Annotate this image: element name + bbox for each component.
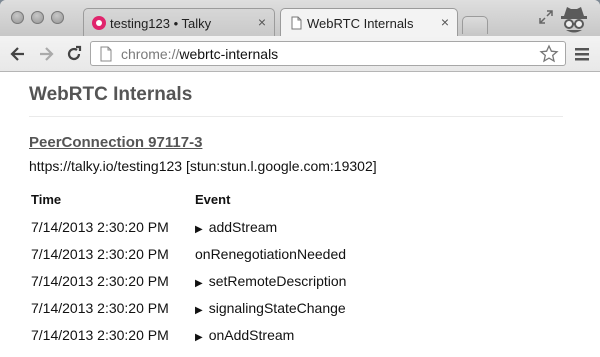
expand-triangle-icon[interactable]: ▶ xyxy=(195,278,203,289)
peer-connection-heading[interactable]: PeerConnection 97117-3 xyxy=(29,134,202,151)
peer-connection-url: https://talky.io/testing123 [stun:stun.l… xyxy=(29,158,377,174)
close-tab-icon[interactable]: × xyxy=(441,14,449,30)
event-time: 7/14/2013 2:30:20 PM xyxy=(31,272,169,289)
forward-arrow-icon[interactable] xyxy=(36,44,56,64)
table-row: 7/14/2013 2:30:20 PM onRenegotiationNeed… xyxy=(29,240,346,267)
expand-triangle-icon[interactable]: ▶ xyxy=(195,332,203,343)
table-header-row: Time Event xyxy=(29,186,346,213)
column-header-time: Time xyxy=(31,192,62,207)
url-scheme: chrome:// xyxy=(121,46,180,62)
fullscreen-icon[interactable] xyxy=(538,9,554,25)
page-title: WebRTC Internals xyxy=(29,84,193,105)
event-name: signalingStateChange xyxy=(208,299,346,316)
reload-icon[interactable] xyxy=(64,44,84,64)
column-header-event: Event xyxy=(195,192,231,207)
event-cell[interactable]: ▶ signalingStateChange xyxy=(193,294,346,321)
star-icon[interactable] xyxy=(539,44,559,64)
back-arrow-icon[interactable] xyxy=(8,44,28,64)
event-time: 7/14/2013 2:30:20 PM xyxy=(31,218,169,235)
event-time: 7/14/2013 2:30:20 PM xyxy=(31,245,169,262)
page-content: WebRTC Internals PeerConnection 97117-3 … xyxy=(0,72,600,357)
url-text: chrome://webrtc-internals xyxy=(121,46,278,62)
event-cell[interactable]: ▶ setRemoteDescription xyxy=(193,267,346,294)
incognito-icon xyxy=(561,7,587,33)
close-tab-icon[interactable]: × xyxy=(258,14,266,30)
table-row: 7/14/2013 2:30:20 PM ▶ addStream xyxy=(29,213,346,240)
tab-strip: testing123 • Talky × WebRTC Internals × xyxy=(0,0,600,37)
tab-title: testing123 • Talky xyxy=(110,16,212,31)
minimize-window-button[interactable] xyxy=(31,11,44,24)
table-row: 7/14/2013 2:30:20 PM ▶ setRemoteDescripti… xyxy=(29,267,346,294)
event-cell[interactable]: ▶ onAddStream xyxy=(193,321,346,348)
table-row: 7/14/2013 2:30:20 PM ▶ signalingStateChan… xyxy=(29,294,346,321)
close-window-button[interactable] xyxy=(11,11,24,24)
event-name: setRemoteDescription xyxy=(208,272,347,289)
event-name: onRenegotiationNeeded xyxy=(195,245,347,262)
events-table: Time Event 7/14/2013 2:30:20 PM ▶ addStre… xyxy=(29,186,346,348)
zoom-window-button[interactable] xyxy=(51,11,64,24)
event-cell[interactable]: ▶ addStream xyxy=(193,213,346,240)
address-bar[interactable]: chrome://webrtc-internals xyxy=(90,41,566,66)
event-time: 7/14/2013 2:30:20 PM xyxy=(31,299,169,316)
browser-window: testing123 • Talky × WebRTC Internals × xyxy=(0,0,600,357)
expand-triangle-icon[interactable]: ▶ xyxy=(195,224,203,235)
title-divider xyxy=(29,116,563,117)
url-host: webrtc-internals xyxy=(179,46,279,62)
expand-triangle-icon[interactable]: ▶ xyxy=(195,305,203,316)
tab-title: WebRTC Internals xyxy=(307,16,414,31)
talky-favicon-icon xyxy=(92,16,106,30)
page-icon xyxy=(291,16,302,30)
event-cell: onRenegotiationNeeded xyxy=(193,240,346,267)
tab-webrtc-internals[interactable]: WebRTC Internals × xyxy=(280,8,458,37)
tab-talky[interactable]: testing123 • Talky × xyxy=(83,8,275,36)
new-tab-button[interactable] xyxy=(462,16,488,34)
table-row: 7/14/2013 2:30:20 PM ▶ onAddStream xyxy=(29,321,346,348)
menu-icon[interactable] xyxy=(574,46,590,62)
event-name: addStream xyxy=(208,218,278,235)
toolbar: chrome://webrtc-internals xyxy=(0,36,600,72)
event-name: onAddStream xyxy=(208,326,295,343)
event-time: 7/14/2013 2:30:20 PM xyxy=(31,326,169,343)
page-icon xyxy=(100,46,112,62)
